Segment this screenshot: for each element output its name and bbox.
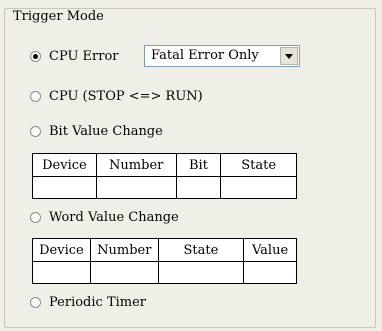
bit-cell[interactable] [175, 176, 222, 199]
number-cell[interactable] [89, 261, 159, 284]
cpu-error-type-value: Fatal Error Only [151, 48, 259, 63]
bit-value-table: Device Number Bit State [32, 153, 297, 199]
cpu-error-radio[interactable]: CPU Error [30, 47, 119, 65]
value-cell[interactable] [243, 261, 297, 284]
state-cell[interactable] [220, 176, 297, 199]
radio-unchecked-icon [30, 125, 41, 137]
column-header: Value [243, 238, 297, 262]
cpu-error-label: CPU Error [49, 48, 119, 64]
dropdown-arrow-icon[interactable] [280, 47, 298, 65]
cpu-stop-run-radio[interactable]: CPU (STOP <=> RUN) [30, 87, 203, 105]
radio-unchecked-icon [30, 211, 41, 223]
cpu-error-type-dropdown[interactable]: Fatal Error Only [144, 45, 300, 67]
column-header: State [157, 238, 245, 262]
radio-checked-icon [30, 50, 41, 62]
periodic-timer-radio[interactable]: Periodic Timer [30, 293, 146, 311]
table-row[interactable] [32, 261, 297, 284]
device-cell[interactable] [32, 261, 91, 284]
bit-value-change-label: Bit Value Change [49, 123, 163, 139]
radio-unchecked-icon [30, 296, 41, 308]
word-value-change-label: Word Value Change [49, 209, 179, 225]
column-header: Number [89, 238, 159, 262]
column-header: Device [32, 238, 91, 262]
word-value-change-radio[interactable]: Word Value Change [30, 208, 179, 226]
column-header: Number [95, 153, 177, 177]
table-row[interactable] [32, 176, 297, 199]
column-header: Bit [175, 153, 222, 177]
cpu-stop-run-label: CPU (STOP <=> RUN) [49, 88, 203, 104]
state-cell[interactable] [157, 261, 245, 284]
table-header-row: Device Number State Value [32, 238, 297, 262]
periodic-timer-label: Periodic Timer [49, 294, 147, 310]
trigger-mode-title: Trigger Mode [11, 9, 106, 25]
word-value-table: Device Number State Value [32, 238, 297, 284]
device-cell[interactable] [32, 176, 97, 199]
table-header-row: Device Number Bit State [32, 153, 297, 177]
column-header: State [220, 153, 297, 177]
column-header: Device [32, 153, 97, 177]
bit-value-change-radio[interactable]: Bit Value Change [30, 122, 163, 140]
radio-unchecked-icon [30, 90, 41, 102]
number-cell[interactable] [95, 176, 177, 199]
